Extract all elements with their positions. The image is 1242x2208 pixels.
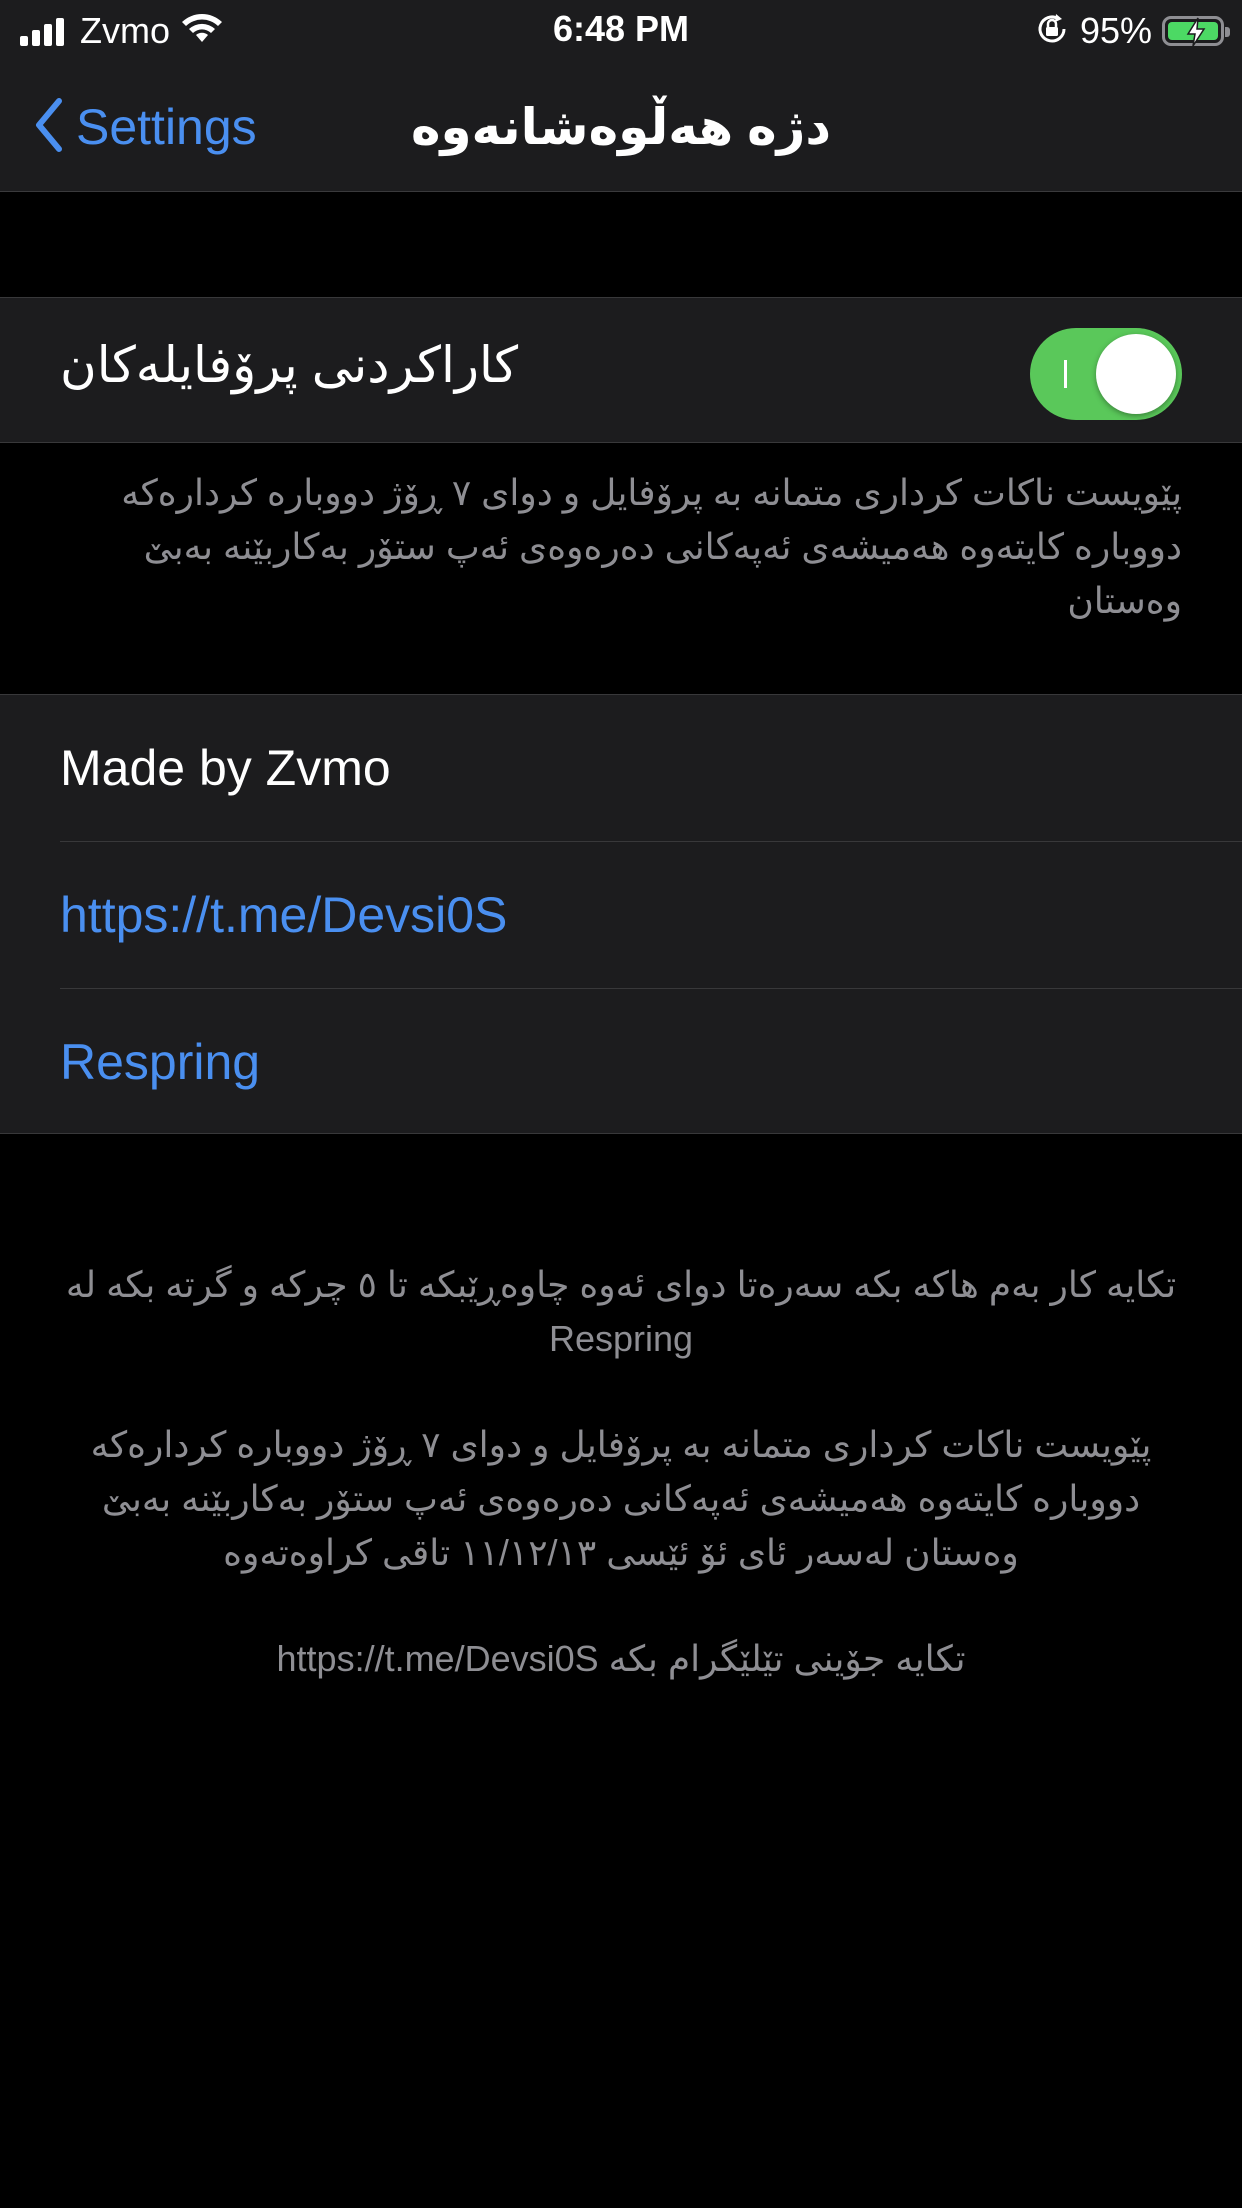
made-by-cell: Made by Zvmo — [60, 740, 391, 796]
switch-on-indicator — [1064, 360, 1067, 388]
status-bar: Zvmo 6:48 PM 95% — [0, 0, 1242, 62]
settings-page: Zvmo 6:48 PM 95% Settings دژە هەڵوەشانەو… — [0, 0, 1242, 2208]
enable-profiles-row: کاراکردنی پرۆفایلەکان — [0, 297, 1242, 443]
orientation-lock-icon — [1034, 11, 1070, 52]
chevron-left-icon — [34, 97, 64, 158]
back-button-label: Settings — [76, 99, 257, 155]
battery-charging-icon — [1162, 16, 1230, 47]
toggle-footer-text: پێویست ناکات کرداری متمانە بە پرۆفایل و … — [121, 472, 1182, 621]
back-button[interactable]: Settings — [34, 92, 257, 162]
respring-button[interactable]: Respring — [60, 989, 1242, 1135]
enable-profiles-label: کاراکردنی پرۆفایلەکان — [60, 337, 519, 393]
telegram-link[interactable]: https://t.me/Devsi0S — [60, 842, 1242, 988]
status-bar-right: 95% — [1034, 10, 1230, 52]
footer-note-respring: تکایە کار بەم هاکە بکە سەرەتا دوای ئەوە … — [65, 1264, 1177, 1359]
navigation-bar: Settings دژە هەڵوەشانەوە — [0, 62, 1242, 192]
switch-knob — [1096, 334, 1176, 414]
footer-note-profiles: پێویست ناکات کرداری متمانە بە پرۆفایل و … — [90, 1424, 1152, 1573]
links-group: Made by Zvmo https://t.me/Devsi0S Respri… — [0, 694, 1242, 1134]
footer-note-telegram: تکایە جۆینی تێلێگرام بکە https://t.me/De… — [276, 1638, 966, 1679]
page-title: دژە هەڵوەشانەوە — [410, 99, 832, 155]
battery-percent: 95% — [1079, 10, 1152, 51]
enable-profiles-switch[interactable] — [1030, 328, 1182, 420]
